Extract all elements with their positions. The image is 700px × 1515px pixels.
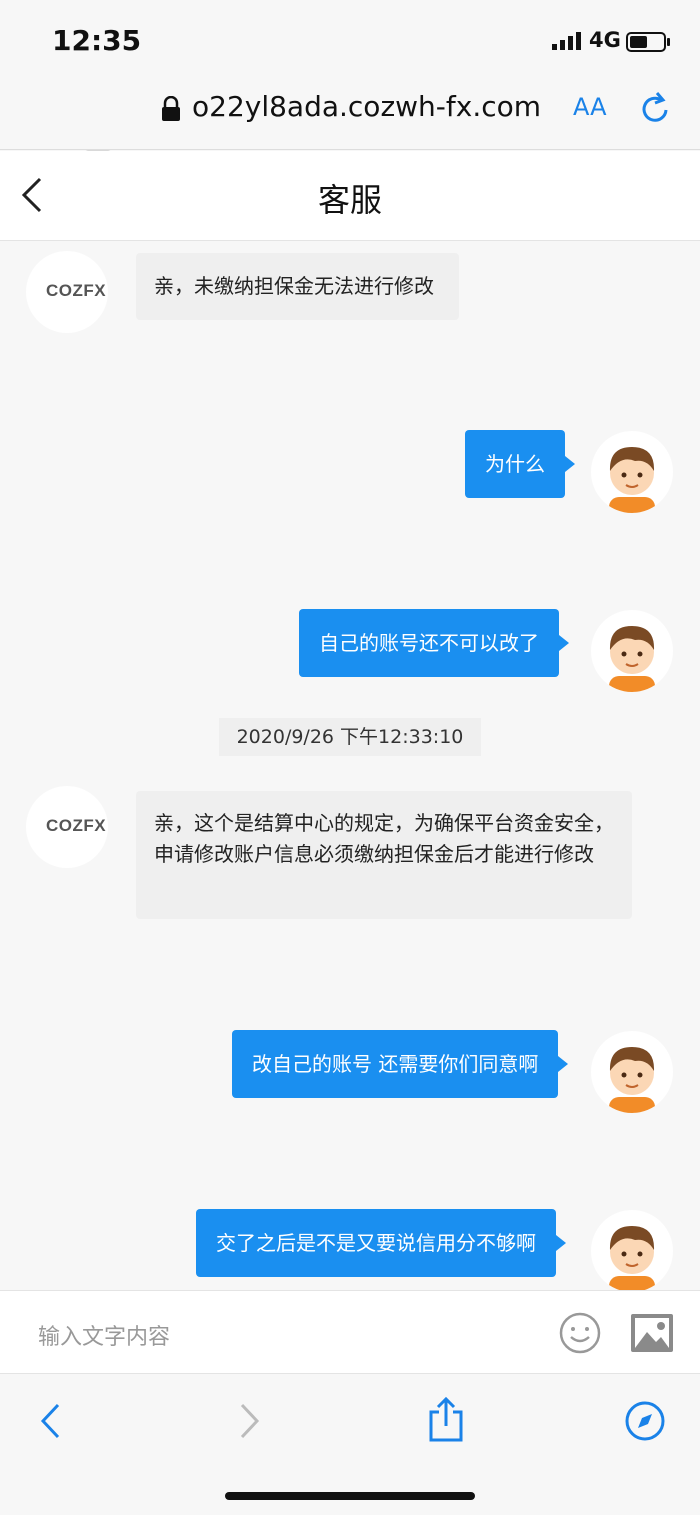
- user-avatar: [591, 431, 673, 513]
- url-text[interactable]: o22yl8ada.cozwh-fx.com: [192, 90, 541, 123]
- message-bubble-outgoing: 改自己的账号 还需要你们同意啊: [232, 1030, 569, 1098]
- message-list[interactable]: COZFX 亲，未缴纳担保金无法进行修改 为什么 自己的账号还不可以改了 202…: [0, 242, 700, 1290]
- battery-icon: [626, 32, 670, 52]
- status-bar: 12:35 4G: [0, 0, 700, 80]
- message-input-bar: 输入文字内容: [0, 1290, 700, 1374]
- compass-icon[interactable]: [624, 1400, 666, 1442]
- message-bubble-incoming: 亲，这个是结算中心的规定，为确保平台资金安全，申请修改账户信息必须缴纳担保金后才…: [136, 791, 632, 919]
- browser-toolbar: [0, 1374, 700, 1515]
- page-title: 客服: [317, 181, 382, 219]
- user-avatar: [591, 1210, 673, 1290]
- message-bubble-outgoing: 为什么: [465, 430, 575, 498]
- forward-icon[interactable]: [236, 1402, 262, 1440]
- status-time: 12:35: [52, 24, 142, 57]
- brand-logo-text: COZFX: [46, 281, 107, 300]
- lock-icon: [162, 96, 180, 121]
- message-bubble-outgoing: 交了之后是不是又要说信用分不够啊: [196, 1209, 566, 1277]
- url-bar[interactable]: o22yl8ada.cozwh-fx.com AA: [0, 80, 700, 150]
- boy-avatar-icon: [609, 626, 655, 692]
- agent-avatar: COZFX: [26, 251, 108, 333]
- message-input[interactable]: 输入文字内容: [38, 1319, 170, 1351]
- chat-header: 客服: [0, 151, 700, 241]
- user-avatar: [591, 610, 673, 692]
- message-bubble-incoming: 亲，未缴纳担保金无法进行修改: [136, 253, 459, 320]
- reload-icon[interactable]: [638, 90, 672, 128]
- agent-avatar: COZFX: [26, 786, 108, 868]
- timestamp: 2020/9/26 下午12:33:10: [219, 718, 481, 756]
- user-avatar: [591, 1031, 673, 1113]
- back-icon[interactable]: [38, 1402, 64, 1440]
- image-icon[interactable]: [630, 1313, 674, 1353]
- signal-icon: [552, 32, 581, 50]
- home-indicator: [225, 1492, 475, 1500]
- message-bubble-outgoing: 自己的账号还不可以改了: [299, 609, 569, 677]
- text-size-icon[interactable]: AA: [573, 93, 607, 121]
- emoji-icon[interactable]: [558, 1311, 602, 1355]
- boy-avatar-icon: [609, 1226, 655, 1290]
- network-type: 4G: [589, 28, 621, 52]
- brand-logo-text: COZFX: [46, 816, 107, 835]
- boy-avatar-icon: [609, 447, 655, 513]
- boy-avatar-icon: [609, 1047, 655, 1113]
- share-icon[interactable]: [428, 1396, 464, 1442]
